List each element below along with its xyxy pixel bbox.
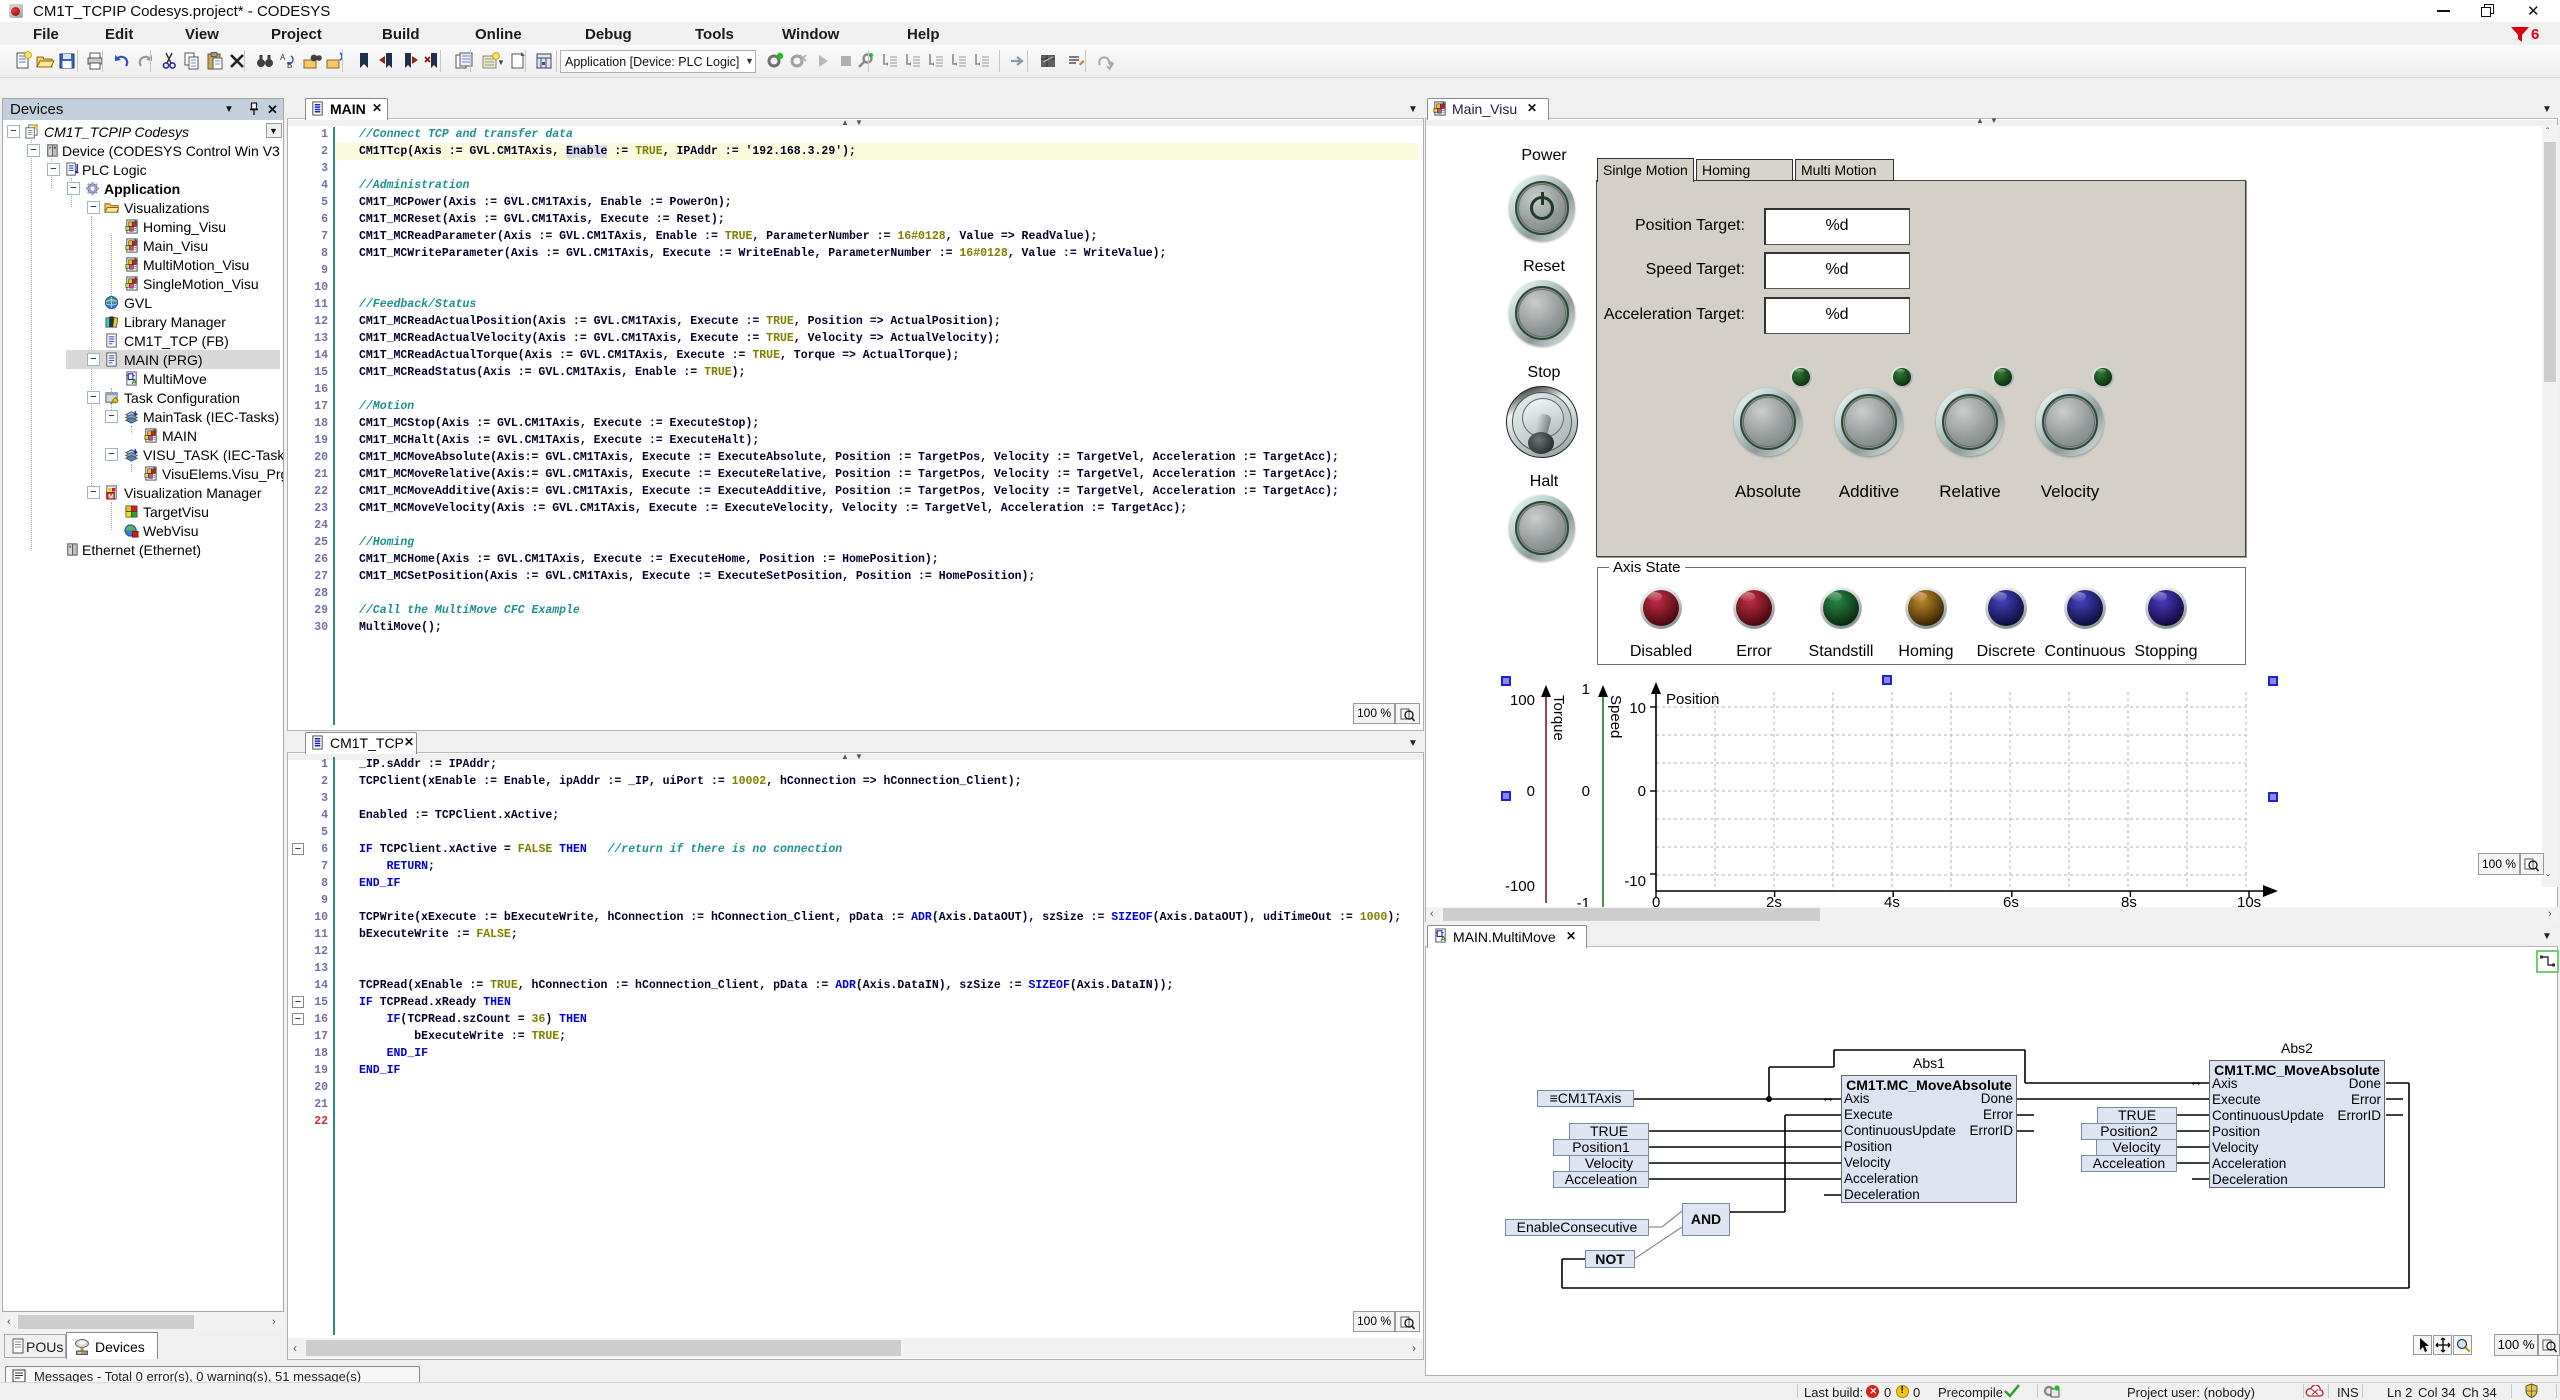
svg-text:A: A <box>132 377 138 386</box>
svg-text:A: A <box>1441 934 1447 943</box>
svg-text:M: M <box>108 494 114 500</box>
svg-text:A: A <box>280 53 286 62</box>
